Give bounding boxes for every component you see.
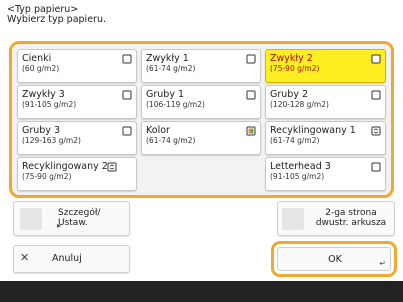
paper-type-weight: (75-90 g/m2) bbox=[22, 172, 72, 181]
tray-icon bbox=[246, 54, 256, 64]
paper-type-weight: (61-74 g/m2) bbox=[146, 136, 196, 145]
ok-label: OK bbox=[328, 254, 342, 265]
paper-type-name: Recyklingowany 1 bbox=[270, 125, 356, 136]
paper-type-weight: (60 g/m2) bbox=[22, 64, 60, 73]
duplex-icon bbox=[282, 208, 304, 230]
paper-type-button-selected[interactable]: Zwykły 2 (75-90 g/m2) bbox=[265, 49, 386, 83]
tray-icon bbox=[371, 162, 381, 172]
tray-icon bbox=[371, 54, 381, 64]
paper-type-name: Gruby 2 bbox=[270, 89, 309, 100]
paper-type-name: Letterhead 3 bbox=[270, 161, 331, 172]
paper-type-button[interactable]: Zwykły 3 (91-105 g/m2) bbox=[17, 85, 137, 119]
paper-type-name: Kolor bbox=[146, 125, 170, 136]
paper-type-weight: (129-163 g/m2) bbox=[22, 136, 81, 145]
enter-icon: ↵ bbox=[379, 259, 386, 268]
empty-slot bbox=[141, 157, 261, 191]
second-side-button[interactable]: 2-ga strona dwustr. arkusza bbox=[277, 201, 395, 236]
paper-type-weight: (91-105 g/m2) bbox=[22, 100, 77, 109]
tray-icon bbox=[122, 54, 132, 64]
tray-icon bbox=[122, 90, 132, 100]
paper-type-button[interactable]: Recyklingowany 1 (61-74 g/m2) bbox=[265, 121, 386, 155]
paper-type-name: Zwykły 3 bbox=[22, 89, 65, 100]
paper-type-grid: Cienki (60 g/m2) Zwykły 1 (61-74 g/m2) Z… bbox=[17, 49, 386, 191]
paper-type-weight: (106-119 g/m2) bbox=[146, 100, 205, 109]
details-label: Szczegół/ Ustaw. bbox=[58, 208, 101, 228]
paper-type-button[interactable]: Letterhead 3 (91-105 g/m2) bbox=[265, 157, 386, 191]
recycled-icon bbox=[371, 126, 381, 136]
ok-button[interactable]: OK ↵ bbox=[277, 247, 391, 271]
instruction-text: Wybierz typ papieru. bbox=[7, 14, 106, 25]
tray-icon bbox=[122, 126, 132, 136]
paper-type-weight: (61-74 g/m2) bbox=[146, 64, 196, 73]
paper-type-panel: Cienki (60 g/m2) Zwykły 1 (61-74 g/m2) Z… bbox=[9, 41, 394, 198]
tray-icon bbox=[371, 90, 381, 100]
paper-type-button[interactable]: Gruby 2 (120-128 g/m2) bbox=[265, 85, 386, 119]
color-tray-icon bbox=[246, 126, 256, 136]
header: <Typ papieru> Wybierz typ papieru. bbox=[7, 5, 397, 25]
paper-type-button[interactable]: Gruby 1 (106-119 g/m2) bbox=[141, 85, 261, 119]
details-settings-button[interactable]: Szczegół/ Ustaw. ▸ bbox=[13, 201, 130, 236]
status-bar bbox=[0, 281, 403, 302]
second-side-label: 2-ga strona dwustr. arkusza bbox=[315, 208, 387, 228]
paper-type-name: Gruby 3 bbox=[22, 125, 61, 136]
details-icon bbox=[20, 208, 42, 230]
ok-button-focus: OK ↵ bbox=[271, 241, 397, 277]
tray-icon bbox=[246, 90, 256, 100]
paper-type-weight: (61-74 g/m2) bbox=[270, 136, 320, 145]
cancel-button[interactable]: ✕ Anuluj bbox=[13, 245, 130, 273]
recycled-icon bbox=[107, 162, 117, 172]
close-icon: ✕ bbox=[20, 251, 30, 264]
paper-type-button[interactable]: Kolor (61-74 g/m2) bbox=[141, 121, 261, 155]
cancel-label: Anuluj bbox=[52, 253, 82, 264]
paper-type-button[interactable]: Cienki (60 g/m2) bbox=[17, 49, 137, 83]
paper-type-name: Gruby 1 bbox=[146, 89, 185, 100]
paper-type-button[interactable]: Gruby 3 (129-163 g/m2) bbox=[17, 121, 137, 155]
paper-type-name: Zwykły 1 bbox=[146, 53, 189, 64]
paper-type-name: Zwykły 2 bbox=[270, 53, 313, 64]
paper-type-button[interactable]: Recyklingowany 2 (75-90 g/m2) bbox=[17, 157, 137, 191]
chevron-right-icon: ▸ bbox=[57, 221, 62, 230]
paper-type-name: Cienki bbox=[22, 53, 52, 64]
paper-type-weight: (75-90 g/m2) bbox=[270, 64, 320, 73]
paper-type-weight: (120-128 g/m2) bbox=[270, 100, 329, 109]
paper-type-button[interactable]: Zwykły 1 (61-74 g/m2) bbox=[141, 49, 261, 83]
paper-type-weight: (91-105 g/m2) bbox=[270, 172, 325, 181]
